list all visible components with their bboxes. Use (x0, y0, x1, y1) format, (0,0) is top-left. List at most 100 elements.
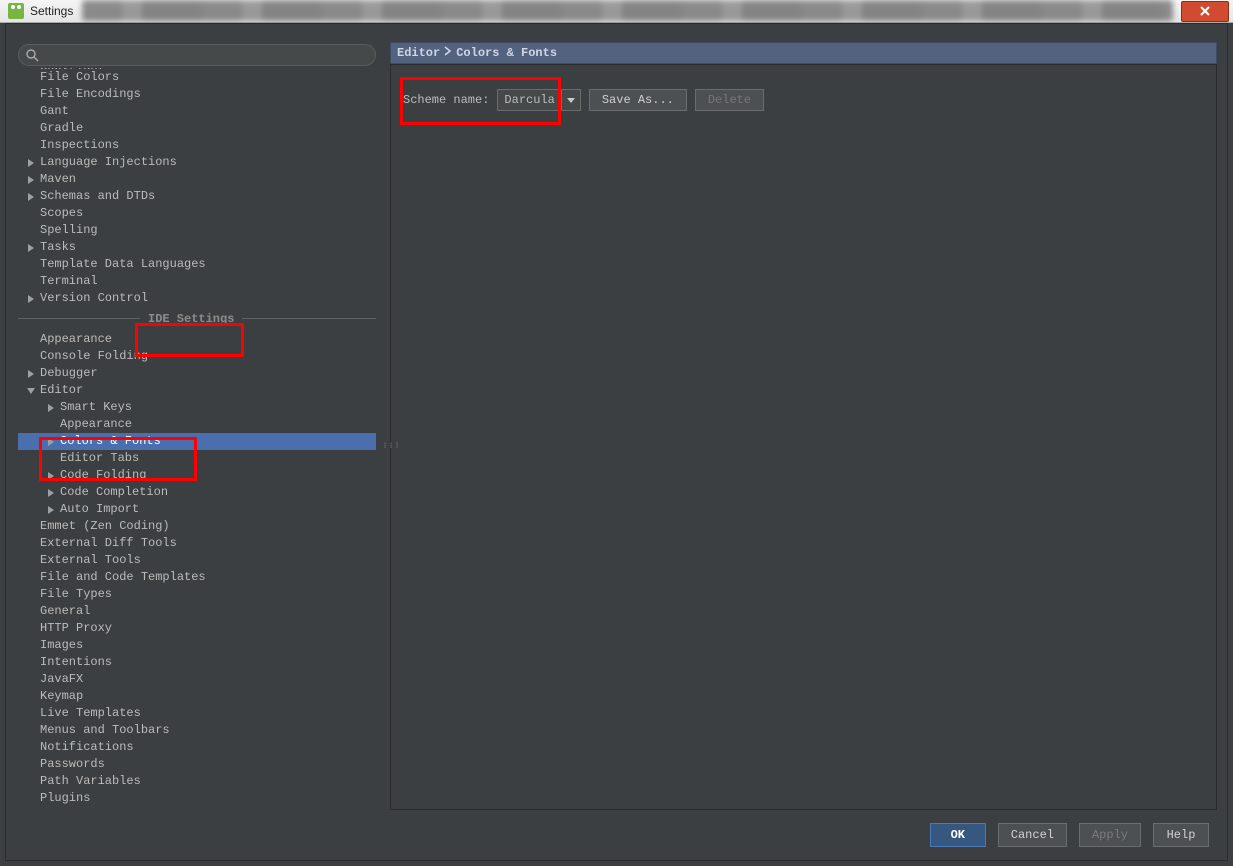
tree-item[interactable]: External Diff Tools (18, 535, 376, 552)
tree-item[interactable]: Code Folding (18, 467, 376, 484)
tree-item-label: Maven (40, 172, 76, 186)
tree-item-label: Images (40, 638, 83, 652)
tree-item[interactable]: File and Code Templates (18, 569, 376, 586)
breadcrumbs: Editor Colors & Fonts (390, 42, 1217, 64)
tree-item-label: Schemas and DTDs (40, 189, 155, 203)
tree-item-label: Inspections (40, 138, 119, 152)
tree-item[interactable]: Appearance (18, 416, 376, 433)
tree-item-label: Intentions (40, 655, 112, 669)
section-label: IDE Settings (140, 309, 242, 329)
tree-item[interactable]: Keymap (18, 688, 376, 705)
breadcrumb-editor[interactable]: Editor (397, 46, 440, 60)
tree-item[interactable]: Intentions (18, 654, 376, 671)
tree-item[interactable]: Passwords (18, 756, 376, 773)
tree-item[interactable]: Spelling (18, 222, 376, 239)
window-close-button[interactable] (1181, 1, 1229, 22)
tree-item[interactable]: Emmet (Zen Coding) (18, 518, 376, 535)
tree-item-label: Scopes (40, 206, 83, 220)
tree-item[interactable]: Inspections (18, 137, 376, 154)
splitter-handle[interactable]: ········· (382, 444, 387, 462)
tree-item[interactable]: Colors & Fonts (18, 433, 376, 450)
tree-item-label: Auto Import (60, 502, 139, 516)
close-icon (1199, 5, 1211, 17)
tree-item[interactable]: Live Templates (18, 705, 376, 722)
tree-item[interactable]: File Colors (18, 69, 376, 86)
tree-item-label: Template Data Languages (40, 257, 206, 271)
tree-item-label: Appearance (60, 417, 132, 431)
tree-item[interactable]: Gant (18, 103, 376, 120)
dialog-footer: OK Cancel Apply Help (6, 818, 1227, 852)
tree-item-label: External Tools (40, 553, 141, 567)
chevron-right-icon (444, 46, 452, 60)
ok-button[interactable]: OK (930, 823, 986, 847)
tree-item-label: Version Control (40, 291, 148, 305)
tree-item-label: Smart Keys (60, 400, 132, 414)
tree-item[interactable]: HTTP Proxy (18, 620, 376, 637)
tree-item-label: Live Templates (40, 706, 141, 720)
tree-item[interactable]: Language Injections (18, 154, 376, 171)
tree-item[interactable]: Images (18, 637, 376, 654)
tree-item-label: Language Injections (40, 155, 177, 169)
tree-item[interactable]: Version Control (18, 290, 376, 307)
search-input[interactable] (18, 44, 376, 66)
tree-item-label: Spelling (40, 223, 98, 237)
tree-item[interactable]: File Types (18, 586, 376, 603)
tree-item[interactable]: Editor Tabs (18, 450, 376, 467)
settings-dialog: CopyrightFile ColorsFile EncodingsGantGr… (5, 23, 1228, 861)
tree-item-label: General (40, 604, 90, 618)
tree-item[interactable]: Appearance (18, 331, 376, 348)
tree-item[interactable]: Template Data Languages (18, 256, 376, 273)
delete-button[interactable]: Delete (695, 89, 764, 111)
tree-item-label: Menus and Toolbars (40, 723, 170, 737)
tree-item-label: Code Folding (60, 468, 146, 482)
tree-item-label: Emmet (Zen Coding) (40, 519, 170, 533)
scheme-name-combo[interactable]: Darcula (497, 89, 580, 111)
tree-item[interactable]: Debugger (18, 365, 376, 382)
app-icon (8, 3, 24, 19)
tree-item[interactable]: Menus and Toolbars (18, 722, 376, 739)
tree-item-label: Plugins (40, 791, 90, 805)
tree-item-label: File Types (40, 587, 112, 601)
chevron-down-icon[interactable] (561, 90, 580, 110)
tree-item[interactable]: Smart Keys (18, 399, 376, 416)
tree-item-label: Notifications (40, 740, 134, 754)
tree-item[interactable]: Schemas and DTDs (18, 188, 376, 205)
help-button[interactable]: Help (1153, 823, 1209, 847)
tree-item[interactable]: Editor (18, 382, 376, 399)
tree-item-label: Passwords (40, 757, 105, 771)
tree-item-label: JavaFX (40, 672, 83, 686)
tree-item[interactable]: Path Variables (18, 773, 376, 790)
tree-item[interactable]: Plugins (18, 790, 376, 807)
tree-item[interactable]: Auto Import (18, 501, 376, 518)
cancel-button[interactable]: Cancel (998, 823, 1067, 847)
tree-item[interactable]: Code Completion (18, 484, 376, 501)
tree-item[interactable]: External Tools (18, 552, 376, 569)
tree-item[interactable]: Maven (18, 171, 376, 188)
tree-item-label: Tasks (40, 240, 76, 254)
search-icon (25, 48, 39, 62)
scheme-name-label: Scheme name: (403, 93, 489, 107)
tree-item[interactable]: Notifications (18, 739, 376, 756)
breadcrumb-colors-fonts[interactable]: Colors & Fonts (456, 46, 557, 60)
tree-item-label: Code Completion (60, 485, 168, 499)
chevron-right-icon[interactable] (26, 293, 36, 310)
tree-item[interactable]: General (18, 603, 376, 620)
tree-item[interactable]: Scopes (18, 205, 376, 222)
tree-item[interactable]: Tasks (18, 239, 376, 256)
tree-item-label: HTTP Proxy (40, 621, 112, 635)
tree-item-label: External Diff Tools (40, 536, 177, 550)
save-as-button[interactable]: Save As... (589, 89, 687, 111)
tree-item[interactable]: Gradle (18, 120, 376, 137)
tree-item-label: Path Variables (40, 774, 141, 788)
apply-button[interactable]: Apply (1079, 823, 1141, 847)
tree-item-label: File and Code Templates (40, 570, 206, 584)
tree-item[interactable]: File Encodings (18, 86, 376, 103)
tree-item-label: Editor (40, 383, 83, 397)
tree-item[interactable]: JavaFX (18, 671, 376, 688)
tree-item-label: File Colors (40, 70, 119, 84)
settings-tree[interactable]: CopyrightFile ColorsFile EncodingsGantGr… (18, 68, 376, 810)
tree-item[interactable]: Terminal (18, 273, 376, 290)
tree-item[interactable]: Console Folding (18, 348, 376, 365)
tree-item-label: Appearance (40, 332, 112, 346)
tree-item-label: Gant (40, 104, 69, 118)
